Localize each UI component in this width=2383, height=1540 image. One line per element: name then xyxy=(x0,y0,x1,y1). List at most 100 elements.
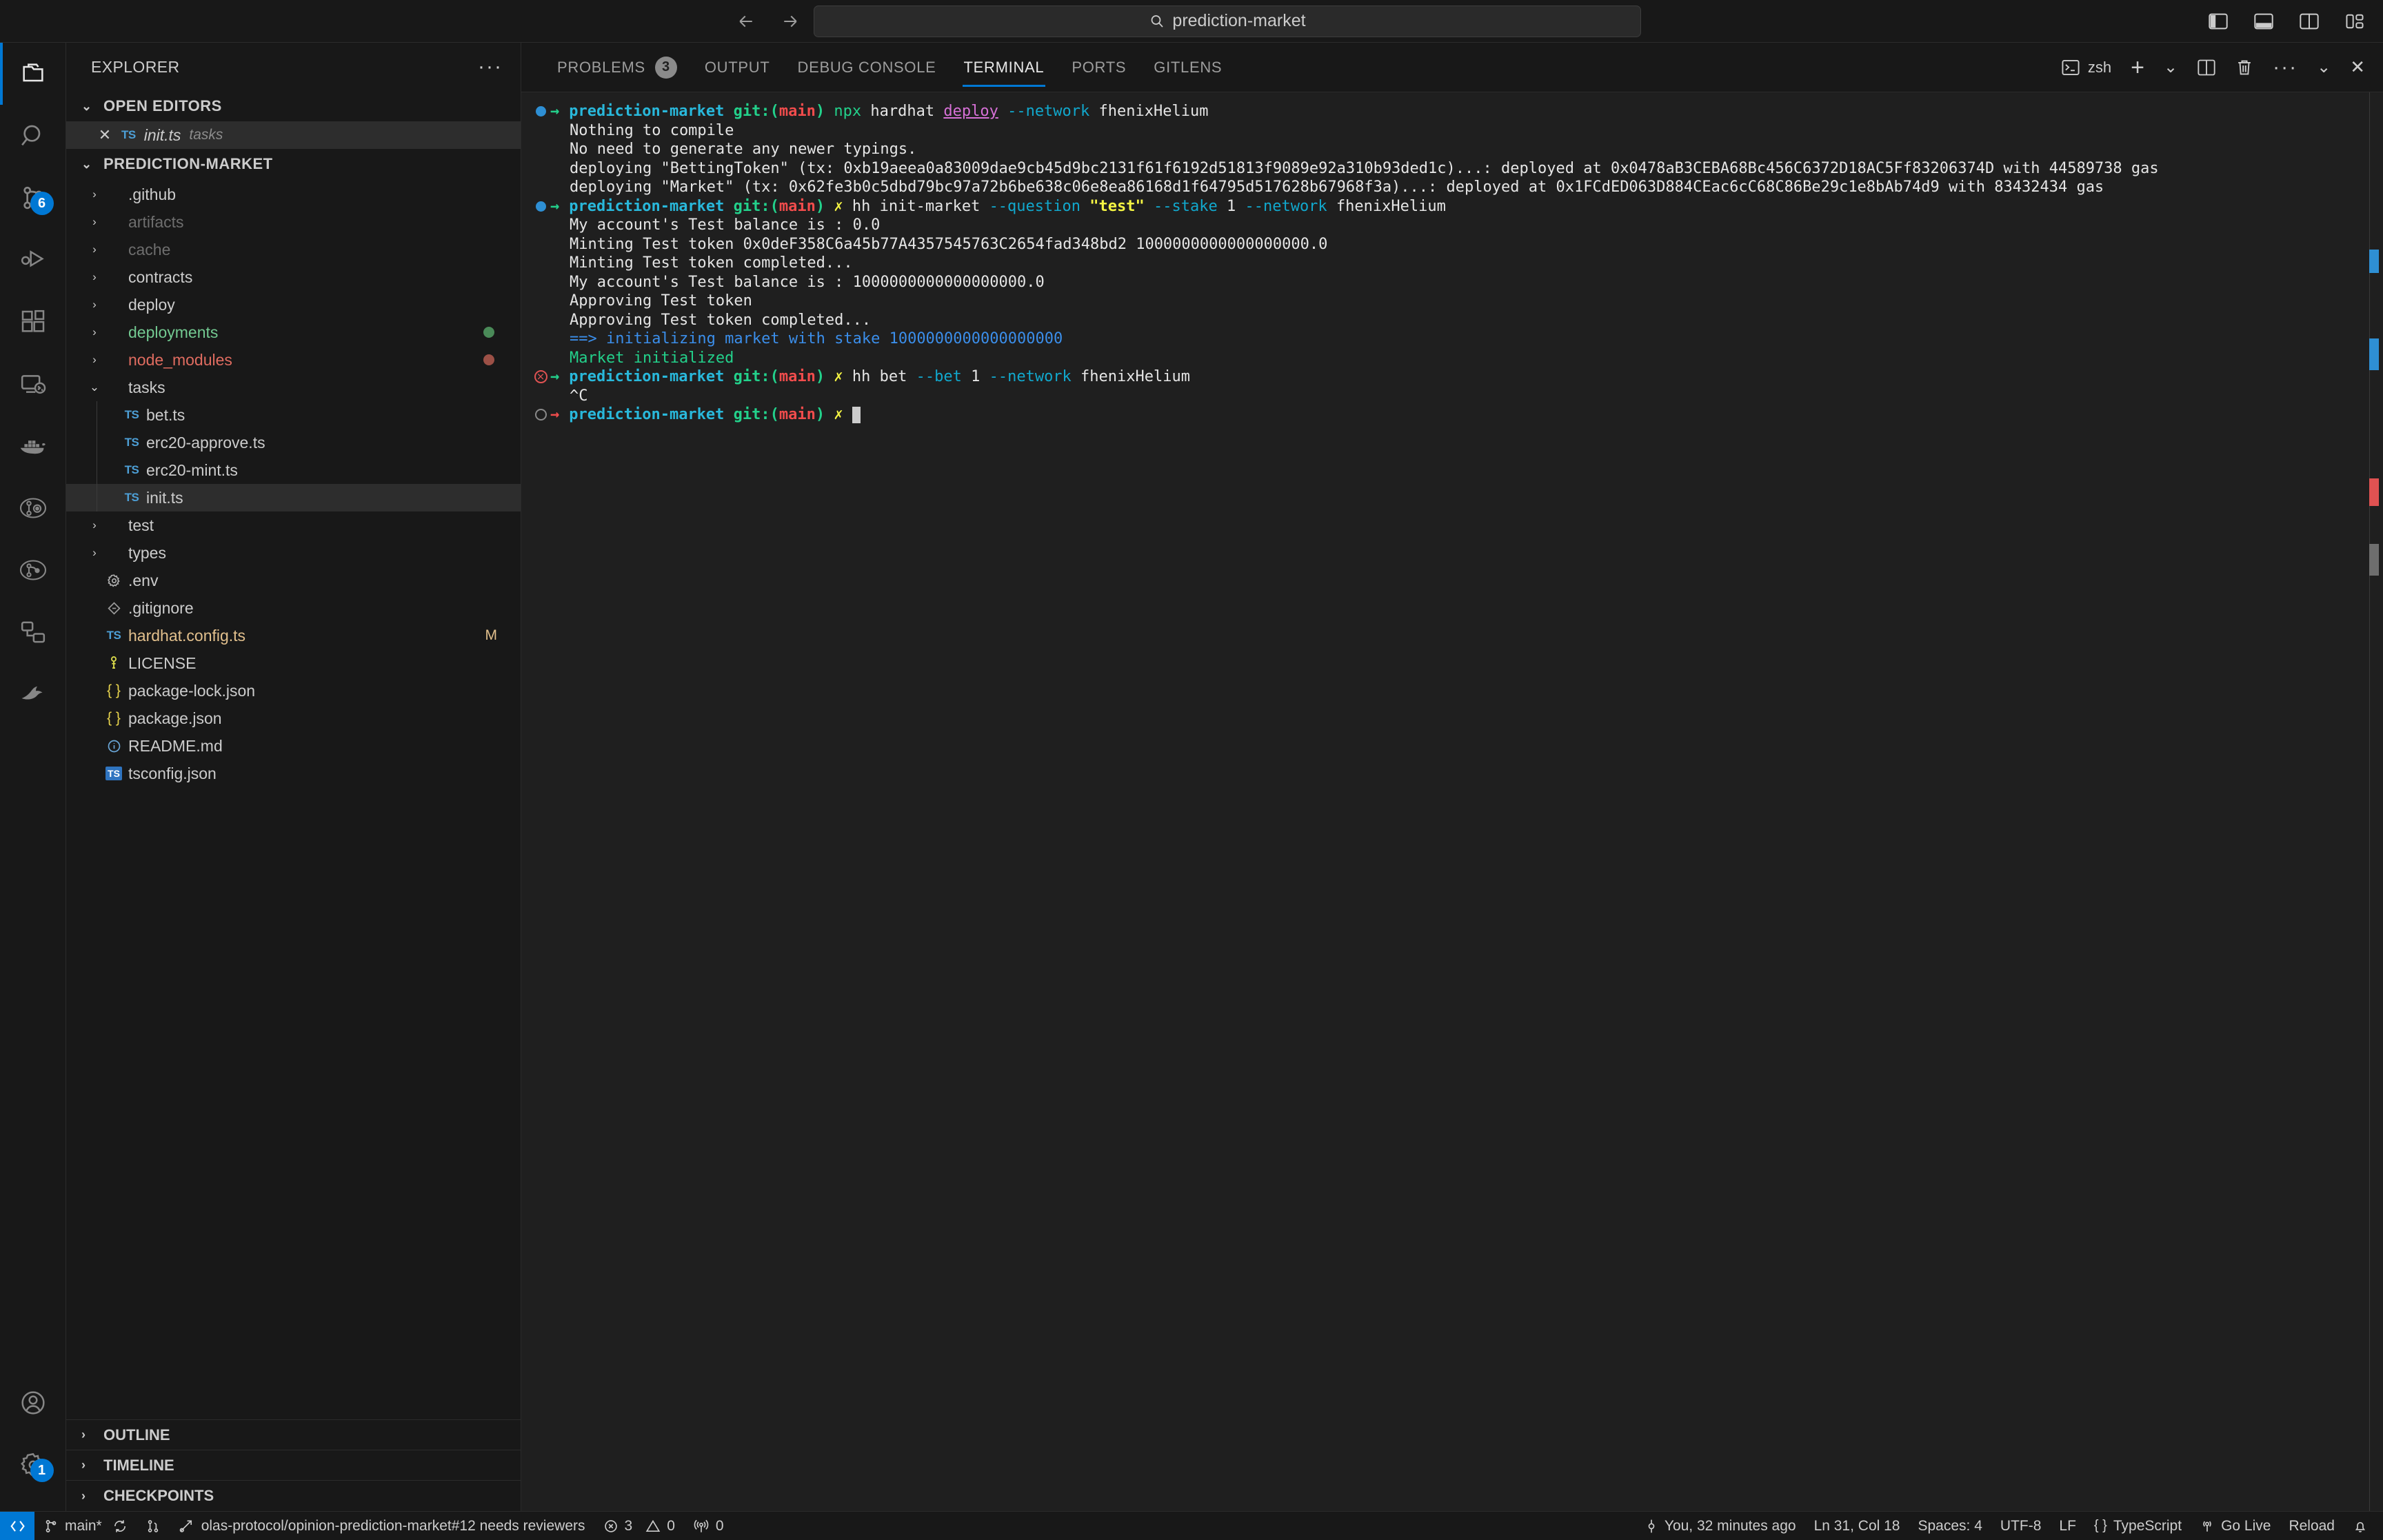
activity-item-git-graph[interactable] xyxy=(0,539,66,601)
terminal-command-line: → prediction-market git:(main) ✗ hh bet -… xyxy=(521,367,2383,387)
terminal-text: prediction-market xyxy=(569,368,734,386)
status-eol[interactable]: LF xyxy=(2050,1512,2085,1540)
activity-item-thunder-client[interactable] xyxy=(0,663,66,725)
activity-item-extensions[interactable] xyxy=(0,291,66,353)
active-shell-indicator[interactable]: zsh xyxy=(2062,59,2111,77)
activity-item-search[interactable] xyxy=(0,105,66,167)
chevron-down-icon: ⌄ xyxy=(81,156,92,171)
status-go-live[interactable]: Go Live xyxy=(2191,1512,2280,1540)
activity-item-source-control[interactable]: 6 xyxy=(0,167,66,229)
chevron-right-icon: › xyxy=(81,1488,86,1503)
new-terminal-dropdown-icon[interactable]: ⌄ xyxy=(2164,57,2178,77)
terminal-text: main xyxy=(778,197,816,215)
hide-panel-icon[interactable]: ⌄ xyxy=(2317,57,2331,77)
status-language-mode[interactable]: { } TypeScript xyxy=(2085,1512,2191,1540)
panel-tab-debug-console[interactable]: DEBUG CONSOLE xyxy=(784,43,950,92)
status-problems[interactable]: 3 0 xyxy=(594,1512,684,1540)
tree-file[interactable]: TS tsconfig.json xyxy=(66,760,521,787)
tree-file[interactable]: TS erc20-approve.ts xyxy=(66,429,521,456)
panel-tab-count: 3 xyxy=(654,56,677,79)
tree-file[interactable]: .env xyxy=(66,567,521,594)
close-icon[interactable]: ✕ xyxy=(97,126,113,144)
tree-file[interactable]: { } package-lock.json xyxy=(66,677,521,705)
tree-file[interactable]: TS bet.ts xyxy=(66,401,521,429)
tree-file[interactable]: { } package.json xyxy=(66,705,521,732)
panel-tab-terminal[interactable]: TERMINAL xyxy=(950,43,1058,92)
tree-item-label: erc20-mint.ts xyxy=(146,460,238,479)
tree-folder[interactable]: › .github xyxy=(66,181,521,208)
status-notifications[interactable] xyxy=(2344,1512,2383,1540)
activity-item-docker[interactable] xyxy=(0,415,66,477)
activity-item-containers[interactable] xyxy=(0,601,66,663)
section-checkpoints[interactable]: › CHECKPOINTS xyxy=(66,1481,521,1511)
remote-indicator[interactable] xyxy=(0,1511,34,1540)
tree-file[interactable]: README.md xyxy=(66,732,521,760)
tree-file[interactable]: LICENSE xyxy=(66,649,521,677)
panel-tab-output[interactable]: OUTPUT xyxy=(691,43,784,92)
tree-file[interactable]: TS erc20-mint.ts xyxy=(66,456,521,484)
tree-folder[interactable]: › cache xyxy=(66,236,521,263)
status-reload[interactable]: Reload xyxy=(2280,1512,2344,1540)
search-text: prediction-market xyxy=(1172,11,1306,30)
activity-item-explorer[interactable] xyxy=(0,43,66,105)
activity-item-gitlens[interactable] xyxy=(0,477,66,539)
toggle-panel-icon[interactable] xyxy=(2253,12,2274,31)
status-gitlens-blame[interactable]: You, 32 minutes ago xyxy=(1636,1512,1805,1540)
tree-folder[interactable]: ⌄ tasks xyxy=(66,374,521,401)
section-timeline[interactable]: › TIMELINE xyxy=(66,1450,521,1481)
terminal-overview-ruler[interactable] xyxy=(2364,92,2383,1511)
status-branch[interactable]: main* xyxy=(34,1512,137,1540)
terminal-view[interactable]: → prediction-market git:(main) npx hardha… xyxy=(521,92,2383,1511)
customize-layout-icon[interactable] xyxy=(2344,12,2365,31)
open-editor-item[interactable]: ✕ TS init.ts tasks xyxy=(66,121,521,149)
go-forward-button[interactable] xyxy=(778,10,802,33)
terminal-text: "test" xyxy=(1089,197,1145,215)
tree-folder[interactable]: › deployments xyxy=(66,318,521,346)
panel-tab-problems[interactable]: PROBLEMS 3 xyxy=(543,43,691,92)
status-encoding[interactable]: UTF-8 xyxy=(1991,1512,2051,1540)
chevron-right-icon: › xyxy=(92,325,97,338)
status-gitlens-compare[interactable] xyxy=(137,1512,170,1540)
status-cursor-position[interactable]: Ln 31, Col 18 xyxy=(1805,1512,1909,1540)
toggle-secondary-sidebar-icon[interactable] xyxy=(2299,12,2320,31)
status-ports[interactable]: 0 xyxy=(684,1512,733,1540)
go-back-button[interactable] xyxy=(734,10,758,33)
sidebar-footer: › OUTLINE › TIMELINE › CHECKPOINTS xyxy=(66,1419,521,1511)
sync-icon[interactable] xyxy=(112,1519,128,1534)
panel-tab-gitlens[interactable]: GITLENS xyxy=(1140,43,1236,92)
terminal-text: deploying "Market" (tx: 0x62fe3b0c5dbd79… xyxy=(570,179,2104,196)
trash-icon[interactable] xyxy=(2235,59,2253,77)
tree-file[interactable]: TS hardhat.config.ts M xyxy=(66,622,521,649)
activity-item-accounts[interactable] xyxy=(0,1372,66,1434)
tree-file[interactable]: .gitignore xyxy=(66,594,521,622)
new-terminal-button[interactable]: + xyxy=(2131,56,2144,79)
close-panel-icon[interactable]: ✕ xyxy=(2350,57,2365,78)
tree-folder[interactable]: › node_modules xyxy=(66,346,521,374)
sidebar-more-actions[interactable]: ··· xyxy=(478,57,503,77)
activity-item-remote-explorer[interactable] xyxy=(0,353,66,415)
activity-item-run-and-debug[interactable] xyxy=(0,229,66,291)
panel-more-actions[interactable]: ··· xyxy=(2273,57,2297,77)
section-workspace[interactable]: ⌄ PREDICTION-MARKET xyxy=(66,149,521,179)
tree-folder[interactable]: › test xyxy=(66,511,521,539)
command-center-search[interactable]: prediction-market xyxy=(814,5,1641,37)
panel-tab-ports[interactable]: PORTS xyxy=(1058,43,1140,92)
toggle-primary-sidebar-icon[interactable] xyxy=(2208,12,2229,31)
tree-folder[interactable]: › deploy xyxy=(66,291,521,318)
status-indentation[interactable]: Spaces: 4 xyxy=(1909,1512,1991,1540)
git-status-badge: M xyxy=(485,627,498,643)
terminal-text: Minting Test token completed... xyxy=(570,254,853,272)
activity-item-manage[interactable]: 1 xyxy=(0,1434,66,1496)
error-icon xyxy=(603,1519,619,1534)
section-outline[interactable]: › OUTLINE xyxy=(66,1420,521,1450)
terminal-cursor xyxy=(852,406,861,423)
readme-file-icon xyxy=(102,739,125,753)
tree-file[interactable]: TS init.ts xyxy=(66,484,521,511)
pull-request-icon xyxy=(179,1519,195,1534)
tree-folder[interactable]: › contracts xyxy=(66,263,521,291)
tree-folder[interactable]: › types xyxy=(66,539,521,567)
split-editor-icon[interactable] xyxy=(2197,59,2216,77)
status-pull-request[interactable]: olas-protocol/opinion-prediction-market#… xyxy=(170,1512,594,1540)
section-open-editors[interactable]: ⌄ OPEN EDITORS xyxy=(66,91,521,121)
tree-folder[interactable]: › artifacts xyxy=(66,208,521,236)
